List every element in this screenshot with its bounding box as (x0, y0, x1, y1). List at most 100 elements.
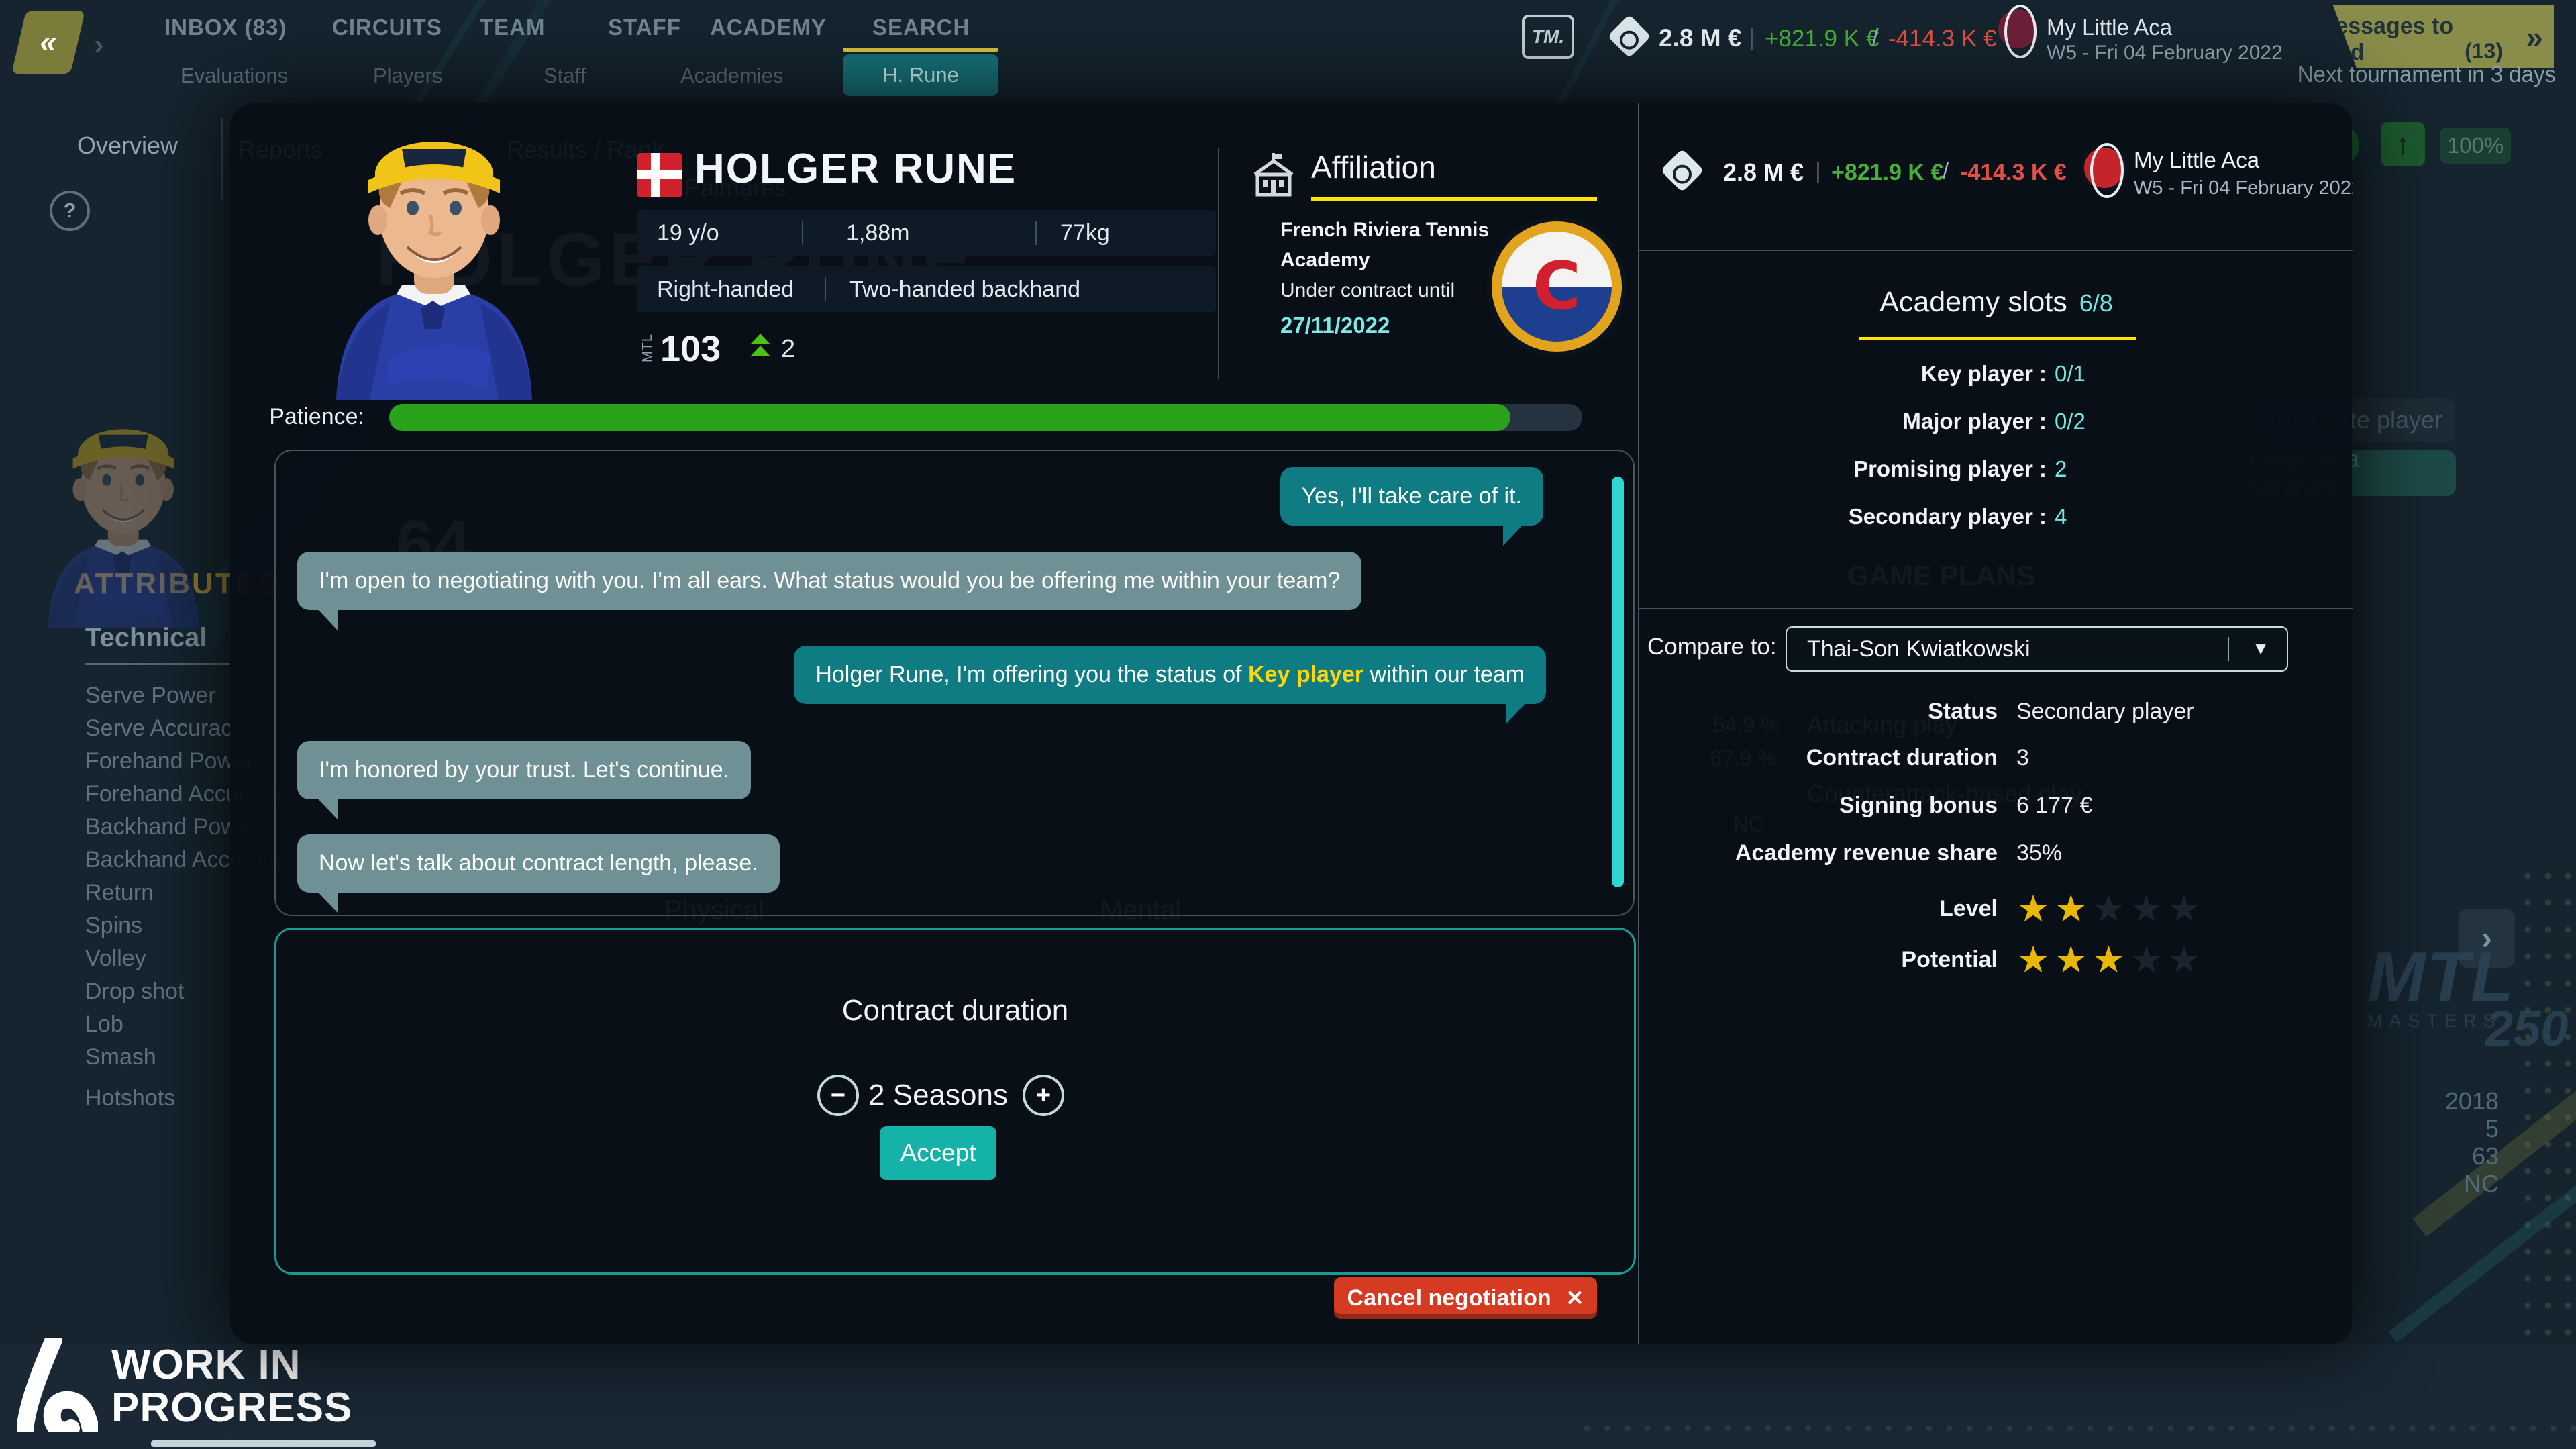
decrease-duration-button[interactable]: − (817, 1075, 859, 1116)
slot-label: Promising player : (1639, 456, 2047, 482)
help-button[interactable]: ? (50, 191, 90, 231)
player-height: 1,88m (846, 220, 910, 246)
compare-value: 3 (2016, 745, 2353, 771)
dropdown-caret-icon: ▼ (2252, 638, 2269, 659)
player-photo (289, 107, 578, 400)
tab-search[interactable]: SEARCH (872, 15, 970, 40)
money-icon (1662, 150, 1702, 191)
potential-stars-icon: ★★★ (2016, 938, 2130, 981)
slot-row: Promising player :2 (1639, 456, 2353, 482)
messages-badge[interactable]: Messages to read (13) » (2316, 5, 2554, 68)
academy-logo: C (1492, 221, 1622, 352)
compare-label: Academy revenue share (1639, 840, 1998, 866)
contract-offer-panel: Contract duration − 2 Seasons + Accept (274, 928, 1636, 1275)
compare-value: Secondary player (2016, 699, 2353, 725)
active-tab-indicator (843, 48, 998, 52)
history-value: 2018 (2362, 1087, 2499, 1115)
slot-row: Secondary player :4 (1639, 504, 2353, 530)
accept-button[interactable]: Accept (880, 1126, 996, 1180)
slots-underline (1859, 337, 2136, 340)
level-label: Level (1639, 896, 1998, 922)
chat-message: I'm honored by your trust. Let's continu… (297, 741, 751, 799)
compare-row: Contract duration3 (1639, 745, 2353, 771)
player-style-row: Right-handed Two-handed backhand (637, 266, 1216, 312)
compare-to-label: Compare to: (1647, 634, 1777, 660)
player-name: HOLGER RUNE (694, 145, 1017, 193)
tab-inbox[interactable]: INBOX (83) (164, 15, 287, 40)
subtab-academies[interactable]: Academies (680, 64, 783, 88)
player-weight: 77kg (1060, 220, 1110, 246)
divider (221, 118, 223, 199)
page-tab-overview[interactable]: Overview (77, 132, 178, 160)
player-backhand: Two-handed backhand (849, 277, 1080, 303)
compare-value: 6 177 € (2016, 793, 2353, 819)
percent-badge: 100% (2440, 128, 2511, 164)
game-date: W5 - Fri 04 February 2022 (2047, 42, 2283, 64)
academy-building-icon (1249, 150, 1298, 199)
player-hand: Right-handed (657, 277, 794, 303)
compare-player-dropdown[interactable]: Thai-Son Kwiatkowski ▼ (1786, 626, 2288, 672)
slot-value: 0/2 (2055, 409, 2353, 434)
subtab-players[interactable]: Players (373, 64, 442, 88)
compare-value: 35% (2016, 840, 2353, 866)
affiliation-underline (1311, 197, 1597, 201)
chat-scrollbar[interactable] (1612, 477, 1624, 887)
subtab-staff[interactable]: Staff (544, 64, 586, 88)
contract-until-label: Under contract until (1280, 279, 1455, 302)
subtab-evaluations[interactable]: Evaluations (181, 64, 288, 88)
potential-label: Potential (1639, 947, 1998, 973)
negotiation-dialog: Reports Results / Rank Palmarès HOLGER R… (230, 103, 2352, 1344)
history-value: NC (2362, 1170, 2499, 1197)
increase-duration-button[interactable]: + (1023, 1075, 1064, 1116)
cancel-label: Cancel negotiation (1347, 1285, 1551, 1311)
compare-label: Signing bonus (1639, 793, 1998, 819)
level-stars-icon: ★★ (2016, 887, 2092, 930)
chat-message: Now let's talk about contract length, pl… (297, 834, 780, 893)
back-button[interactable]: « (11, 11, 85, 74)
slot-value: 4 (2055, 504, 2353, 530)
history-values: 2018 5 63 NC (2362, 1087, 2499, 1197)
potential-row: Potential ★★★★★ (1639, 938, 2353, 981)
tab-circuits[interactable]: CIRCUITS (332, 15, 442, 40)
promote-button[interactable]: ↑ (2381, 122, 2425, 166)
contract-duration-title: Contract duration (276, 994, 1634, 1028)
arrow-up-icon: ↑ (2395, 128, 2410, 161)
contract-until-date: 27/11/2022 (1280, 313, 1390, 338)
tab-team[interactable]: TEAM (480, 15, 546, 40)
separator: / (1872, 24, 1879, 51)
panel-club: My Little Aca (2134, 148, 2259, 173)
divider (85, 663, 230, 665)
tab-academy[interactable]: ACADEMY (710, 15, 827, 40)
back-icon: « (36, 26, 60, 59)
money-icon (1609, 16, 1649, 56)
club-name: My Little Aca (2047, 15, 2172, 40)
cancel-negotiation-button[interactable]: Cancel negotiation ✕ (1334, 1277, 1597, 1319)
chat-message: I'm open to negotiating with you. I'm al… (297, 552, 1361, 610)
separator: | (1749, 24, 1755, 51)
250-logo-text: 250 (2485, 1000, 2568, 1057)
watermark-line1: WORK IN (111, 1344, 352, 1387)
forward-icon[interactable]: › (94, 28, 104, 62)
tm-logo: TM. (1522, 15, 1574, 59)
chat-message: Yes, I'll take care of it. (1280, 467, 1543, 526)
close-icon: ✕ (1566, 1285, 1584, 1311)
panel-income: +821.9 K € (1831, 160, 1943, 186)
app-window: « › ? INBOX (83) CIRCUITS TEAM STAFF ACA… (0, 0, 2576, 1449)
academy-logo-letter: C (1533, 248, 1581, 325)
chat-message-highlight: Key player (1248, 662, 1363, 687)
compare-row: StatusSecondary player (1639, 699, 2353, 725)
help-icon: ? (64, 199, 76, 223)
panel-balance: 2.8 M € (1723, 158, 1804, 187)
patience-label: Patience: (230, 404, 364, 430)
dropdown-value: Thai-Son Kwiatkowski (1807, 636, 2030, 662)
watermark-line2: PROGRESS (111, 1387, 352, 1430)
ghost-text: GAME PLANS (1847, 560, 2035, 592)
affiliation-title: Affiliation (1311, 149, 1436, 185)
player-bio-row: 19 y/o 1,88m 77kg (637, 210, 1216, 256)
work-in-progress-watermark: WORK IN PROGRESS (111, 1344, 352, 1430)
level-stars-empty-icon: ★★★ (2092, 887, 2205, 930)
club-ball-icon (1998, 9, 2037, 48)
subtab-h-rune[interactable]: H. Rune (843, 54, 998, 96)
tab-staff[interactable]: STAFF (608, 15, 681, 40)
rank-change: 2 (781, 335, 795, 364)
